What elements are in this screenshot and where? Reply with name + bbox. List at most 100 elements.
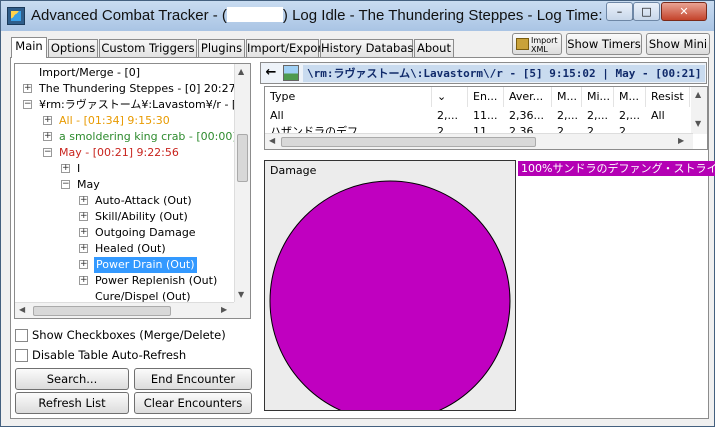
- disable-refresh-option[interactable]: Disable Table Auto-Refresh: [15, 348, 186, 364]
- expand-icon[interactable]: +: [43, 132, 52, 141]
- encounter-label: \rm:ラヴァストーム\:Lavastorm\/r - [5] 9:15:02 …: [303, 65, 705, 82]
- title-bar[interactable]: Advanced Combat Tracker - () Log Idle - …: [1, 1, 714, 31]
- column-header-resist[interactable]: Resist: [646, 87, 690, 107]
- scroll-down-icon[interactable]: ▼: [695, 119, 701, 128]
- column-header-average[interactable]: Aver...: [504, 87, 552, 107]
- damage-pie-graph: Damage: [264, 160, 516, 411]
- tab-plugins[interactable]: Plugins: [198, 39, 245, 57]
- graph-legend-entry: 100%サンドラのデファング・ストライク: [518, 161, 715, 176]
- pie-slice: [269, 180, 511, 410]
- disable-refresh-label: Disable Table Auto-Refresh: [32, 348, 187, 362]
- tree-item-auto-attack[interactable]: Auto-Attack (Out): [95, 193, 192, 209]
- tree-horizontal-scrollbar[interactable]: ◀ ▶: [15, 302, 235, 318]
- collapse-icon[interactable]: −: [23, 100, 32, 109]
- tree-vertical-scrollbar[interactable]: ▲ ▼: [234, 64, 250, 303]
- tab-options[interactable]: Options: [48, 39, 98, 57]
- collapse-icon[interactable]: −: [43, 148, 52, 157]
- table-cell: ハザンドラのデフ...: [270, 125, 369, 133]
- minimize-button[interactable]: –: [606, 2, 633, 21]
- table-cell: 2,...: [587, 125, 608, 133]
- column-header-sort[interactable]: ⌄: [432, 87, 468, 107]
- scroll-right-icon[interactable]: ▶: [221, 305, 227, 314]
- tab-main[interactable]: Main: [11, 37, 47, 58]
- tree-item-import-merge[interactable]: Import/Merge - [0]: [39, 65, 140, 81]
- refresh-list-button[interactable]: Refresh List: [15, 392, 129, 414]
- clear-encounters-button[interactable]: Clear Encounters: [134, 392, 252, 414]
- show-mini-button[interactable]: Show Mini: [646, 33, 710, 55]
- encounter-tree[interactable]: Import/Merge - [0] + The Thundering Step…: [14, 63, 251, 319]
- expand-icon[interactable]: +: [23, 84, 32, 93]
- tree-item-crab[interactable]: a smoldering king crab - [00:00] 9:15:3: [59, 129, 250, 145]
- table-cell: All: [270, 109, 284, 122]
- table-vertical-scrollbar[interactable]: ▲ ▼: [691, 87, 707, 134]
- table-cell: 11...: [473, 109, 498, 122]
- table-cell: 2,36...: [509, 125, 544, 133]
- scroll-right-icon[interactable]: ▶: [678, 136, 684, 145]
- act-window: Advanced Combat Tracker - () Log Idle - …: [0, 0, 715, 427]
- table-cell: All: [651, 109, 665, 122]
- table-cell: ...: [651, 125, 662, 133]
- column-header-max[interactable]: M...: [552, 87, 582, 107]
- image-icon[interactable]: [283, 65, 299, 81]
- expand-icon[interactable]: +: [79, 228, 88, 237]
- scroll-down-icon[interactable]: ▼: [238, 290, 244, 299]
- scroll-thumb[interactable]: [281, 137, 536, 147]
- scroll-corner: [234, 302, 250, 318]
- tree-item-lavastorm[interactable]: ¥rm:ラヴァストーム¥:Lavastom¥/r - [5] 9:15:0: [39, 97, 250, 113]
- tree-item-zone[interactable]: The Thundering Steppes - [0] 20:27:36: [39, 81, 250, 97]
- table-horizontal-scrollbar[interactable]: ◀ ▶: [265, 133, 693, 149]
- tree-item-skill-ability[interactable]: Skill/Ability (Out): [95, 209, 188, 225]
- expand-icon[interactable]: +: [79, 244, 88, 253]
- scroll-left-icon[interactable]: ◀: [269, 136, 275, 145]
- scroll-thumb[interactable]: [33, 306, 171, 316]
- expand-icon[interactable]: +: [43, 116, 52, 125]
- tree-item-healed[interactable]: Healed (Out): [95, 241, 166, 257]
- show-timers-button[interactable]: Show Timers: [566, 33, 642, 55]
- tree-item-power-drain[interactable]: Power Drain (Out): [94, 257, 197, 273]
- tree-item-power-replenish[interactable]: Power Replenish (Out): [95, 273, 217, 289]
- scroll-up-icon[interactable]: ▲: [238, 67, 244, 76]
- tab-about[interactable]: About: [414, 39, 454, 57]
- tree-item-outgoing-damage[interactable]: Outgoing Damage: [95, 225, 196, 241]
- expand-icon[interactable]: +: [61, 164, 70, 173]
- tree-item-may[interactable]: May: [77, 177, 100, 193]
- maximize-button[interactable]: □: [633, 2, 660, 21]
- redacted-name: [226, 7, 283, 22]
- expand-icon[interactable]: +: [79, 196, 88, 205]
- expand-icon[interactable]: +: [79, 212, 88, 221]
- expand-icon[interactable]: +: [79, 260, 88, 269]
- end-encounter-button[interactable]: End Encounter: [134, 368, 252, 390]
- table-cell: 2,...: [619, 125, 640, 133]
- table-cell: 2,...: [619, 109, 640, 122]
- tab-custom-triggers[interactable]: Custom Triggers: [99, 39, 197, 57]
- import-xml-button[interactable]: Import XML: [512, 33, 562, 55]
- tree-item-all[interactable]: All - [01:34] 9:15:30: [59, 113, 170, 129]
- pie-chart: [269, 180, 511, 410]
- damage-type-table[interactable]: Type ⌄ En... Aver... M... Mi... M... Res…: [264, 86, 708, 150]
- encounter-bar: ← \rm:ラヴァストーム\:Lavastorm\/r - [5] 9:15:0…: [260, 62, 707, 84]
- table-cell: 2,...: [587, 109, 608, 122]
- collapse-icon[interactable]: −: [61, 180, 70, 189]
- tab-history-database[interactable]: History Database: [320, 39, 420, 57]
- back-arrow-icon[interactable]: ←: [263, 65, 279, 81]
- show-checkboxes-option[interactable]: Show Checkboxes (Merge/Delete): [15, 328, 226, 344]
- checkbox[interactable]: [15, 329, 28, 342]
- column-header-min[interactable]: Mi...: [582, 87, 614, 107]
- tab-import-export[interactable]: Import/Export: [246, 39, 327, 57]
- tree-item-i[interactable]: I: [77, 161, 80, 177]
- scroll-thumb[interactable]: [237, 134, 248, 182]
- scroll-up-icon[interactable]: ▲: [695, 90, 701, 99]
- close-button[interactable]: ✕: [661, 2, 707, 21]
- scroll-left-icon[interactable]: ◀: [19, 305, 25, 314]
- column-header-encdps[interactable]: En...: [468, 87, 504, 107]
- table-cell: 2,36...: [509, 109, 544, 122]
- expand-icon[interactable]: +: [79, 276, 88, 285]
- xml-icon: [516, 38, 529, 50]
- table-cell: 2,...: [437, 125, 458, 133]
- checkbox[interactable]: [15, 349, 28, 362]
- import-xml-label-2: XML: [531, 45, 548, 54]
- tree-item-may-encounter[interactable]: May - [00:21] 9:22:56: [59, 145, 179, 161]
- search-button[interactable]: Search...: [15, 368, 129, 390]
- column-header-type[interactable]: Type: [265, 87, 432, 107]
- column-header-median[interactable]: M...: [614, 87, 646, 107]
